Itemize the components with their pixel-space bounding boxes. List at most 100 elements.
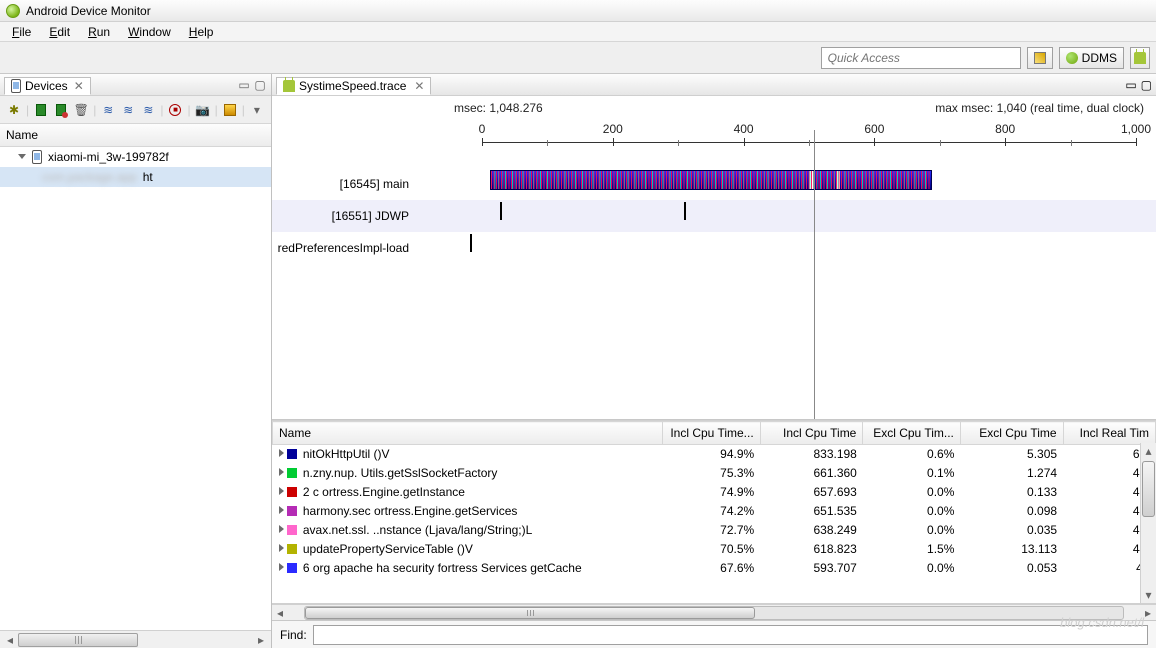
expand-icon[interactable]: [18, 154, 26, 159]
devices-toolbar: ✱ | 🗑 | ≋ ≋ ≋ | ■ | 📷 | | ▾: [0, 96, 271, 124]
timeline-pane[interactable]: 0 200 400 600 800 1,000 [16545] main [16…: [272, 120, 1156, 420]
thread-track-main[interactable]: [490, 170, 932, 190]
scroll-thumb[interactable]: [1142, 461, 1155, 517]
minimize-icon[interactable]: ▭: [1125, 78, 1136, 92]
excl-cpu: 5.305: [960, 445, 1063, 464]
menu-window[interactable]: Window: [120, 23, 179, 41]
expand-icon[interactable]: [279, 449, 284, 457]
method-name: 2 c ortress.Engine.getInstance: [303, 485, 465, 499]
table-row[interactable]: harmony.sec ortress.Engine.getServices 74…: [273, 502, 1156, 521]
table-hscrollbar[interactable]: ◂ ▸: [272, 604, 1156, 620]
devices-tab[interactable]: Devices ✕: [4, 77, 91, 95]
device-row[interactable]: xiaomi-mi_3w-199782f: [0, 147, 271, 167]
find-label: Find:: [280, 628, 307, 642]
thread-label: [16545] main: [272, 177, 417, 191]
devices-tree[interactable]: Name xiaomi-mi_3w-199782f com.package.ap…: [0, 124, 271, 630]
scroll-right-icon[interactable]: ▸: [253, 633, 269, 647]
method-table-scroll[interactable]: Name Incl Cpu Time... Incl Cpu Time Excl…: [272, 420, 1156, 604]
scroll-thumb[interactable]: [18, 633, 138, 647]
maximize-icon[interactable]: ▢: [253, 78, 267, 92]
devices-column-header[interactable]: Name: [0, 124, 271, 147]
find-input[interactable]: [313, 625, 1148, 645]
hierarchy-dump-icon[interactable]: [222, 101, 238, 119]
menu-edit[interactable]: Edit: [41, 23, 78, 41]
col-incl-cpu-pct[interactable]: Incl Cpu Time...: [663, 422, 761, 445]
start-method-profiling-icon[interactable]: ≋: [120, 101, 136, 119]
playhead[interactable]: [814, 130, 815, 419]
color-swatch: [287, 487, 297, 497]
menu-bar: File Edit Run Window Help: [0, 22, 1156, 42]
col-name[interactable]: Name: [273, 422, 663, 445]
cause-gc-icon[interactable]: 🗑: [73, 101, 89, 119]
trace-panel: SystimeSpeed.trace ✕ ▭ ▢ msec: 1,048.276…: [272, 74, 1156, 648]
update-threads-icon[interactable]: ≋: [100, 101, 116, 119]
trace-tab-header: SystimeSpeed.trace ✕ ▭ ▢: [272, 74, 1156, 96]
phone-icon: [11, 79, 21, 93]
quick-access-input[interactable]: [821, 47, 1021, 69]
expand-icon[interactable]: [279, 487, 284, 495]
table-vscrollbar[interactable]: ▴ ▾: [1140, 443, 1156, 603]
dump-hprof-icon[interactable]: [53, 101, 69, 119]
table-row[interactable]: nitOkHttpUtil ()V94.9%833.1980.6%5.30561…: [273, 445, 1156, 464]
scroll-left-icon[interactable]: ◂: [2, 633, 18, 647]
maximize-icon[interactable]: ▢: [1141, 78, 1152, 92]
menu-run[interactable]: Run: [80, 23, 118, 41]
table-row[interactable]: n.zny.nup. Utils.getSslSocketFactory75.3…: [273, 464, 1156, 483]
incl-cpu-pct: 74.2%: [663, 502, 761, 521]
devices-hscrollbar[interactable]: ◂ ▸: [0, 630, 271, 648]
expand-icon[interactable]: [279, 506, 284, 514]
incl-cpu: 618.823: [760, 540, 863, 559]
tick-label: 600: [864, 122, 884, 136]
menu-help[interactable]: Help: [181, 23, 222, 41]
incl-cpu-pct: 94.9%: [663, 445, 761, 464]
close-icon[interactable]: ✕: [74, 79, 84, 93]
col-excl-cpu[interactable]: Excl Cpu Time: [960, 422, 1063, 445]
method-name: 6 org apache ha security fortress Servic…: [303, 561, 582, 575]
incl-cpu: 651.535: [760, 502, 863, 521]
ddms-perspective-button[interactable]: DDMS: [1059, 47, 1124, 69]
minimize-icon[interactable]: ▭: [237, 78, 251, 92]
menu-file[interactable]: File: [4, 23, 39, 41]
table-row[interactable]: 6 org apache ha security fortress Servic…: [273, 559, 1156, 578]
incl-cpu: 661.360: [760, 464, 863, 483]
thread-mark: [500, 202, 502, 220]
update-heap-icon[interactable]: [33, 101, 49, 119]
expand-icon[interactable]: [279, 544, 284, 552]
scroll-thumb[interactable]: [305, 607, 755, 619]
expand-icon[interactable]: [279, 468, 284, 476]
excl-cpu-pct: 0.0%: [863, 502, 961, 521]
open-perspective-button[interactable]: [1027, 47, 1053, 69]
trace-tab[interactable]: SystimeSpeed.trace ✕: [276, 77, 431, 95]
perspective-icon: [1034, 52, 1046, 64]
table-row[interactable]: updatePropertyServiceTable ()V70.5%618.8…: [273, 540, 1156, 559]
screen-capture-icon[interactable]: 📷: [195, 101, 211, 119]
table-header-row[interactable]: Name Incl Cpu Time... Incl Cpu Time Excl…: [273, 422, 1156, 445]
method-table[interactable]: Name Incl Cpu Time... Incl Cpu Time Excl…: [272, 421, 1156, 578]
tick-label: 200: [603, 122, 623, 136]
view-menu-icon[interactable]: ▾: [249, 101, 265, 119]
close-icon[interactable]: ✕: [414, 79, 424, 93]
incl-cpu: 638.249: [760, 521, 863, 540]
process-row[interactable]: com.package.appht: [0, 167, 271, 187]
thread-mark: [684, 202, 686, 220]
expand-icon[interactable]: [279, 525, 284, 533]
col-incl-real[interactable]: Incl Real Tim: [1063, 422, 1155, 445]
devices-panel: Devices ✕ ▭ ▢ ✱ | 🗑 | ≋ ≋ ≋ | ■ | 📷 | | …: [0, 74, 272, 648]
method-name: harmony.sec ortress.Engine.getServices: [303, 504, 518, 518]
scroll-up-icon[interactable]: ▴: [1141, 443, 1156, 459]
expand-icon[interactable]: [279, 563, 284, 571]
table-row[interactable]: 2 c ortress.Engine.getInstance74.9%657.6…: [273, 483, 1156, 502]
perspective-more-button[interactable]: [1130, 47, 1150, 69]
table-row[interactable]: avax.net.ssl. ..nstance (Ljava/lang/Stri…: [273, 521, 1156, 540]
scroll-down-icon[interactable]: ▾: [1141, 587, 1156, 603]
stop-process-icon[interactable]: ■: [167, 101, 183, 119]
excl-cpu-pct: 0.0%: [863, 521, 961, 540]
excl-cpu: 13.113: [960, 540, 1063, 559]
thread-label: [16551] JDWP: [272, 209, 417, 223]
device-name: xiaomi-mi_3w-199782f: [48, 150, 169, 164]
method-name: n.zny.nup. Utils.getSslSocketFactory: [303, 466, 498, 480]
debug-icon[interactable]: ✱: [6, 101, 22, 119]
col-excl-cpu-pct[interactable]: Excl Cpu Tim...: [863, 422, 961, 445]
col-incl-cpu[interactable]: Incl Cpu Time: [760, 422, 863, 445]
start-alloc-tracking-icon[interactable]: ≋: [140, 101, 156, 119]
